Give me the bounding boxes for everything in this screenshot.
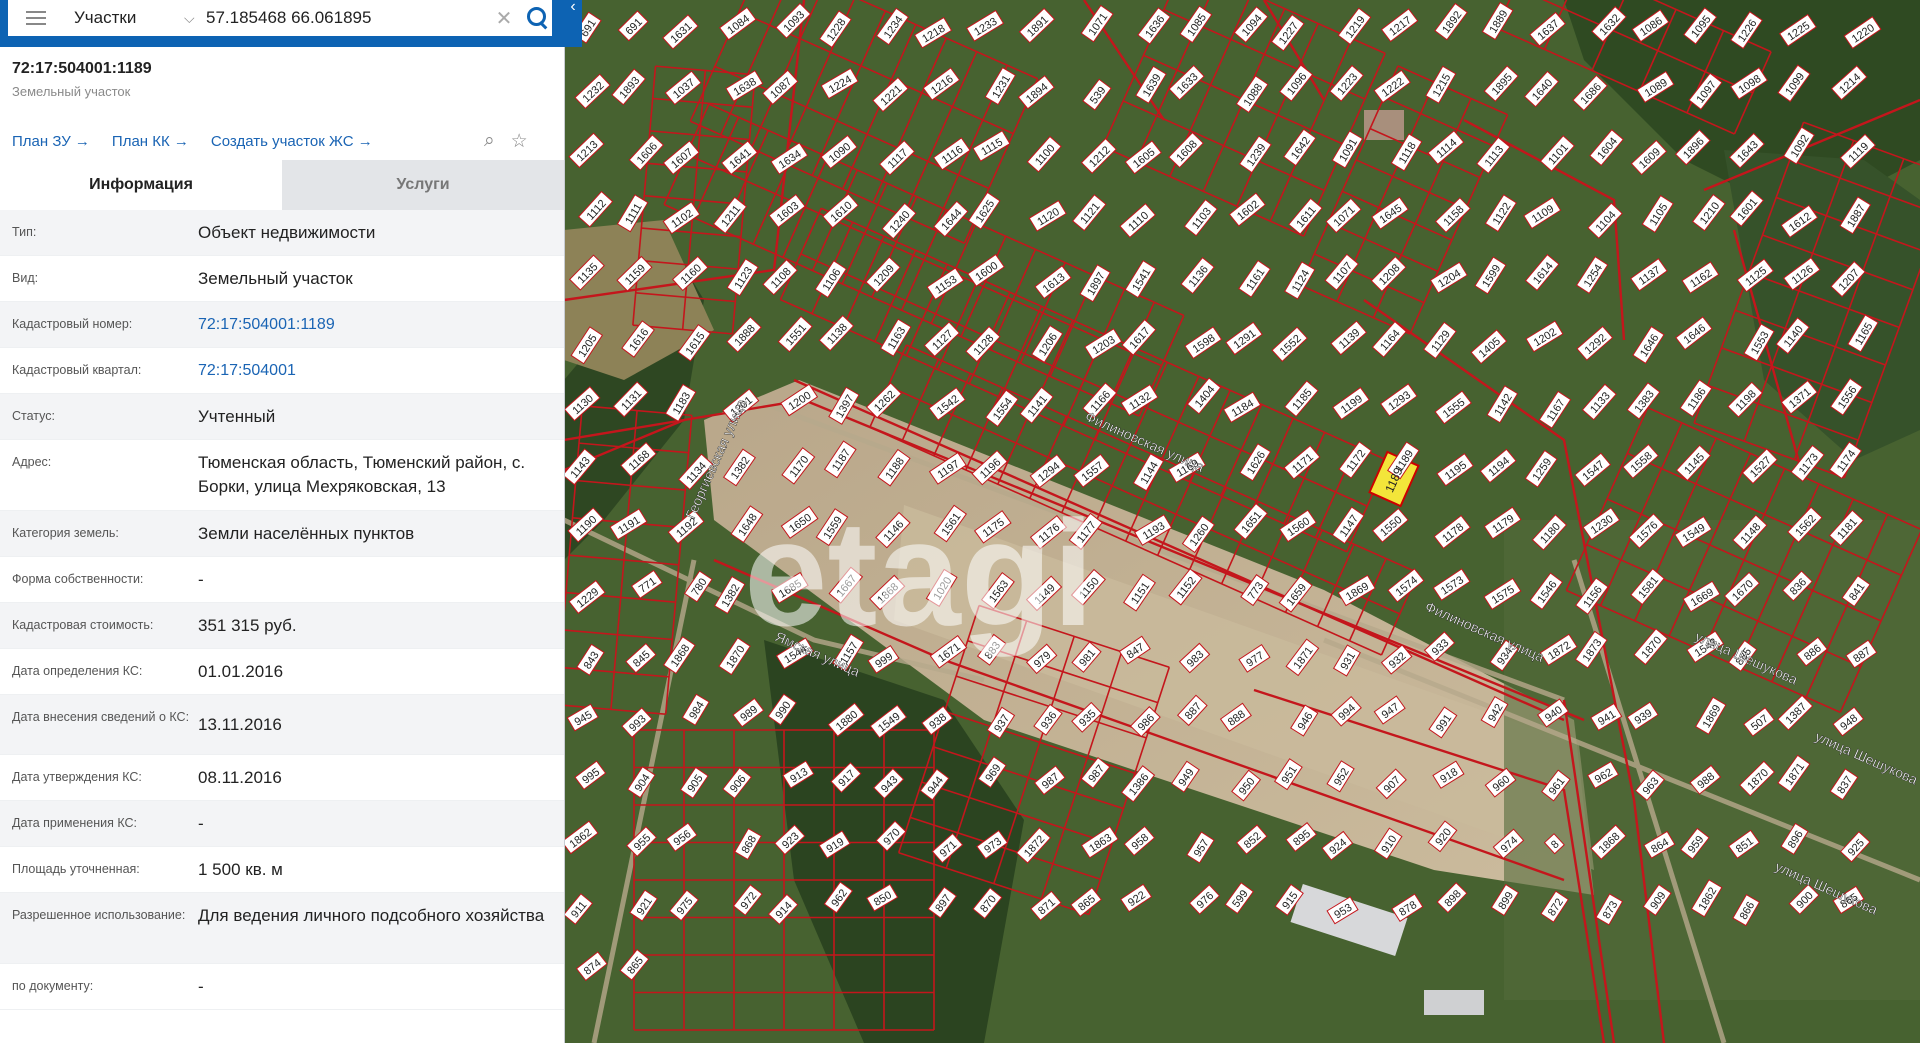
cadastral-number-link[interactable]: 72:17:504001:1189: [190, 302, 564, 337]
info-value: Объект недвижимости: [198, 223, 376, 242]
info-value: 13.11.2016: [198, 715, 282, 734]
info-label: Тип:: [12, 225, 37, 239]
parcel-number-title: 72:17:504001:1189: [12, 60, 152, 77]
info-row: Вид: Земельный участок: [0, 256, 564, 302]
etagi-watermark: etagi: [744, 489, 1094, 657]
tab-services[interactable]: Услуги: [282, 160, 564, 210]
info-label: Дата применения КС:: [12, 816, 138, 830]
info-row: Форма собственности: -: [0, 557, 564, 603]
info-label: Кадастровый квартал:: [12, 363, 142, 377]
collapse-panel-button[interactable]: ‹: [564, 0, 582, 47]
info-value: -: [198, 570, 204, 589]
map-canvas[interactable]: 691 691 1631 1084 1093 1228 1234 1218 1233 1891 10…: [564, 0, 1920, 1043]
app-window: 691 691 1631 1084 1093 1228 1234 1218 1233 1891 10…: [0, 0, 1920, 1043]
info-row: Разрешенное использование: Для ведения ли…: [0, 893, 564, 964]
info-row: Дата внесения сведений о КС: 13.11.2016: [0, 695, 564, 755]
info-value: 01.01.2016: [198, 662, 284, 681]
info-label: Дата определения КС:: [12, 664, 143, 678]
info-label: Дата утверждения КС:: [12, 770, 142, 784]
tab-information[interactable]: Информация: [0, 160, 282, 210]
info-value: 351 315 руб.: [198, 616, 297, 635]
info-value: -: [198, 977, 204, 996]
document-search-icon[interactable]: ⌕: [484, 130, 495, 153]
info-label: по документу:: [12, 979, 94, 993]
building: [1424, 990, 1484, 1015]
info-row: Дата определения КС: 01.01.2016: [0, 649, 564, 695]
plan-zu-link[interactable]: План ЗУ →: [12, 133, 90, 150]
info-label: Вид:: [12, 271, 39, 285]
info-label: Форма собственности:: [12, 572, 144, 586]
info-row: Дата утверждения КС: 08.11.2016: [0, 755, 564, 801]
action-links: План ЗУ → План КК → Создать участок ЖС →: [12, 133, 373, 150]
info-value: Тюменская область, Тюменский район, с. Б…: [198, 453, 526, 496]
tab-bar: Информация Услуги: [0, 160, 564, 210]
search-box: Участки ⌵ 57.185468 66.061895 ✕: [8, 0, 552, 36]
info-label: Адрес:: [12, 455, 52, 469]
info-label: Площадь уточненная:: [12, 862, 140, 876]
info-label: Статус:: [12, 409, 55, 423]
search-bar: Участки ⌵ 57.185468 66.061895 ✕: [0, 0, 564, 47]
info-row: Адрес: Тюменская область, Тюменский район…: [0, 440, 564, 511]
info-row: Статус: Учтенный: [0, 394, 564, 440]
create-parcel-link[interactable]: Создать участок ЖС →: [211, 133, 373, 150]
info-value: -: [198, 814, 204, 833]
chevron-down-icon[interactable]: ⌵: [184, 10, 206, 27]
info-row: Кадастровый номер: 72:17:504001:1189: [0, 302, 564, 348]
search-icon[interactable]: [518, 0, 552, 36]
info-value: 08.11.2016: [198, 768, 282, 787]
tool-icons: ⌕ ☆: [484, 130, 528, 153]
info-value: Для ведения личного подсобного хозяйства: [198, 906, 545, 925]
info-row: Дата применения КС: -: [0, 801, 564, 847]
parcel-type-subtitle: Земельный участок: [12, 84, 131, 99]
clear-icon[interactable]: ✕: [490, 6, 518, 31]
plan-kk-link[interactable]: План КК →: [112, 133, 189, 150]
info-panel: Участки ⌵ 57.185468 66.061895 ✕ 72:17:50…: [0, 0, 565, 1043]
layer-select[interactable]: Участки: [74, 8, 184, 28]
info-row: Площадь уточненная: 1 500 кв. м: [0, 847, 564, 893]
info-value: 1 500 кв. м: [198, 860, 283, 879]
info-value: Земельный участок: [198, 269, 353, 288]
cadastral-map[interactable]: 691 691 1631 1084 1093 1228 1234 1218 1233 1891 10…: [564, 0, 1920, 1043]
info-label: Кадастровый номер:: [12, 317, 133, 331]
info-label: Разрешенное использование:: [12, 908, 186, 922]
info-row: Кадастровая стоимость: 351 315 руб.: [0, 603, 564, 649]
info-label: Дата внесения сведений о КС:: [12, 710, 190, 724]
info-value: Учтенный: [198, 407, 276, 426]
info-label: Категория земель:: [12, 526, 119, 540]
info-row: по документу: -: [0, 964, 564, 1010]
search-input[interactable]: 57.185468 66.061895: [206, 8, 490, 28]
info-table: Тип: Объект недвижимости Вид: Земельный уч…: [0, 210, 564, 1010]
favorite-star-icon[interactable]: ☆: [511, 130, 528, 153]
info-row: Категория земель: Земли населённых пункто…: [0, 511, 564, 557]
info-row: Тип: Объект недвижимости: [0, 210, 564, 256]
info-label: Кадастровая стоимость:: [12, 618, 154, 632]
info-value: Земли населённых пунктов: [198, 524, 415, 543]
hamburger-menu-icon[interactable]: [26, 11, 46, 25]
info-row: Кадастровый квартал: 72:17:504001: [0, 348, 564, 394]
cadastral-quarter-link[interactable]: 72:17:504001: [190, 348, 564, 383]
